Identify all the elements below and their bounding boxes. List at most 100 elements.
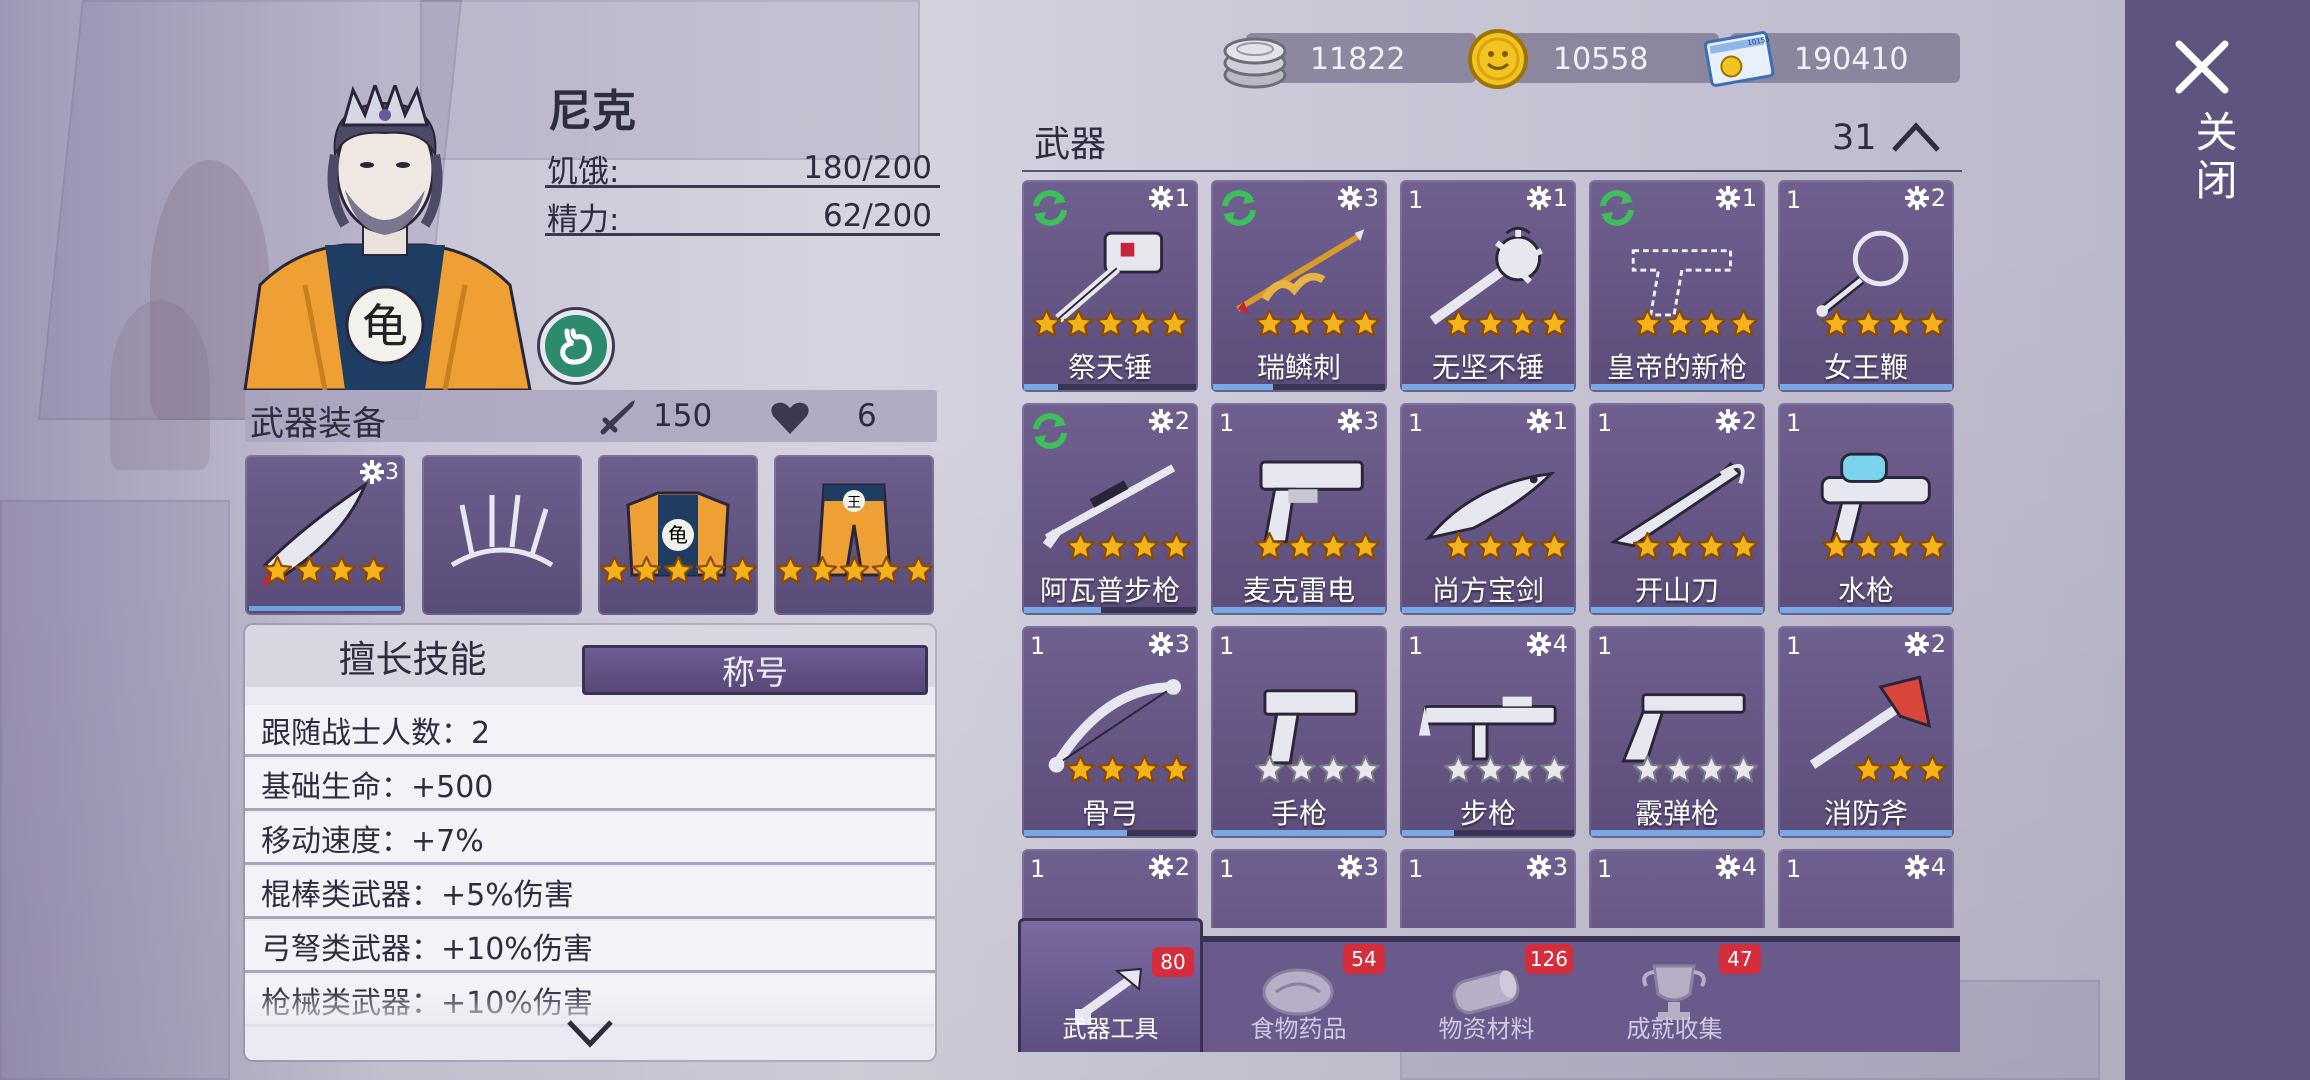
equipment-slot[interactable]: 3 <box>245 455 405 615</box>
gear-icon <box>1337 855 1362 879</box>
weapon-name: 水枪 <box>1837 574 1894 607</box>
slot-gear-level: 3 <box>359 459 399 485</box>
gold-value: 10558 <box>1553 42 1649 77</box>
weapon-card[interactable]: 2 阿瓦普步枪 <box>1022 403 1198 615</box>
weapon-gear-level: 2 <box>1904 184 1946 212</box>
weapon-gear-value: 1 <box>1552 184 1568 212</box>
gold-currency: 10558 <box>1468 29 1719 89</box>
slot-stars <box>598 555 758 590</box>
weapon-name: 皇帝的新枪 <box>1606 351 1747 384</box>
weapon-card[interactable]: 1 4 步枪 <box>1400 626 1576 838</box>
weapon-name: 阿瓦普步枪 <box>1039 574 1180 607</box>
weapon-card[interactable]: 1 1 尚方宝剑 <box>1400 403 1576 615</box>
weapon-card[interactable]: 1 手枪 <box>1211 626 1387 838</box>
chevron-up-icon[interactable] <box>1890 120 1942 156</box>
gear-icon <box>1148 855 1173 879</box>
star-icon <box>1161 754 1191 783</box>
star-icon <box>1917 531 1947 560</box>
weapon-card[interactable]: 1 皇帝的新枪 <box>1589 180 1765 392</box>
weapon-card[interactable]: 1 霰弹枪 <box>1589 626 1765 838</box>
close-panel[interactable]: 关闭 <box>2125 0 2310 1080</box>
weapons-grid: 1 祭天锤 3 瑞鳞刺 1 1 无坚不锤 1 皇帝的新枪 1 2 女王鞭 2 阿瓦普步枪 1 3 麦克雷电 1 1 尚… <box>1022 178 1962 928</box>
weapon-card[interactable]: 1 水枪 <box>1778 403 1954 615</box>
weapon-gear-value: 2 <box>1930 630 1946 658</box>
chevron-down-icon[interactable] <box>565 1016 615 1050</box>
weapon-name: 消防斧 <box>1823 797 1908 830</box>
weapon-stars <box>1211 754 1387 789</box>
weapon-card[interactable]: 13 <box>1400 849 1576 928</box>
weapon-gear-level: 2 <box>1715 407 1757 435</box>
skill-row: 棍棒类武器：+5%伤害 <box>245 867 935 919</box>
weapon-card[interactable]: 14 <box>1589 849 1765 928</box>
weapon-card[interactable]: 3 瑞鳞刺 <box>1211 180 1387 392</box>
equipment-slot[interactable]: 王 <box>774 455 934 615</box>
weapon-card[interactable]: 1 3 骨弓 <box>1022 626 1198 838</box>
weapon-progress <box>1591 607 1763 613</box>
star-icon <box>326 555 356 584</box>
star-icon <box>695 555 725 584</box>
weapon-card[interactable]: 1 祭天锤 <box>1022 180 1198 392</box>
weapon-level: 1 <box>1786 409 1802 437</box>
antler-crown-icon <box>450 494 554 568</box>
star-icon <box>1286 754 1316 783</box>
equipment-title: 武器装备 <box>250 404 386 444</box>
close-label[interactable]: 关闭 <box>2183 110 2244 206</box>
weapon-progress <box>1213 830 1385 836</box>
tab-tools[interactable]: 80 武器工具 <box>1018 918 1203 1052</box>
weapon-card[interactable]: 1 2 开山刀 <box>1589 403 1765 615</box>
stomach-button[interactable] <box>540 310 612 382</box>
tab-title[interactable]: 称号 <box>582 645 928 695</box>
star-icon <box>1129 531 1159 560</box>
weapon-card[interactable]: 1 2 女王鞭 <box>1778 180 1954 392</box>
weapon-gear-level: 3 <box>1148 630 1190 658</box>
star-icon <box>1664 531 1694 560</box>
weapon-card[interactable]: 1 2 消防斧 <box>1778 626 1954 838</box>
tab-meat[interactable]: 54 食物药品 <box>1206 942 1391 1052</box>
weapon-gear-level: 1 <box>1526 184 1568 212</box>
weapon-stars <box>1778 531 1954 566</box>
weapon-gear-level: 4 <box>1526 630 1568 658</box>
star-icon <box>1095 308 1125 337</box>
star-icon <box>1853 531 1883 560</box>
tab-log[interactable]: 126 物资材料 <box>1394 942 1579 1052</box>
weapon-level: 1 <box>1219 855 1235 883</box>
weapon-card[interactable]: 12 <box>1022 849 1198 928</box>
weapon-card[interactable]: 1 1 无坚不锤 <box>1400 180 1576 392</box>
energy-label: 精力: <box>547 202 620 238</box>
weapon-card[interactable]: 13 <box>1211 849 1387 928</box>
weapon-level: 1 <box>1597 409 1613 437</box>
character-portrait: 龟 <box>243 85 532 390</box>
weapon-progress <box>1024 607 1196 613</box>
ticket-currency: 10155 190410 <box>1703 31 1960 87</box>
skill-row: 弓弩类武器：+10%伤害 <box>245 921 935 973</box>
ticket-value: 190410 <box>1794 42 1909 77</box>
star-icon <box>1539 308 1569 337</box>
star-icon <box>1728 308 1758 337</box>
gear-icon <box>1337 409 1362 433</box>
gear-icon <box>1526 186 1551 210</box>
weapon-gear-value: 2 <box>1930 184 1946 212</box>
star-icon <box>1065 531 1095 560</box>
weapon-card[interactable]: 14 <box>1778 849 1954 928</box>
star-icon <box>1318 308 1348 337</box>
weapon-level: 1 <box>1030 632 1046 660</box>
equipment-slot[interactable]: 龟 <box>598 455 758 615</box>
weapon-level: 1 <box>1408 409 1424 437</box>
heart-icon <box>771 402 809 434</box>
equipment-slot[interactable] <box>422 455 582 615</box>
star-icon <box>1696 754 1726 783</box>
star-icon <box>358 555 388 584</box>
weapon-level: 1 <box>1597 632 1613 660</box>
weapon-card[interactable]: 1 3 麦克雷电 <box>1211 403 1387 615</box>
star-icon <box>807 555 837 584</box>
weapon-gear-value: 3 <box>1363 853 1379 881</box>
tab-badge: 126 <box>1524 944 1573 974</box>
gear-icon <box>1526 632 1551 656</box>
weapon-gear-level: 3 <box>1337 184 1379 212</box>
tab-skills[interactable]: 擅长技能 <box>245 625 580 687</box>
weapon-progress <box>1213 607 1385 613</box>
energy-stat: 精力: 62/200 <box>545 188 940 238</box>
tab-trophy[interactable]: 47 成就收集 <box>1582 942 1767 1052</box>
close-icon[interactable] <box>2173 38 2231 96</box>
star-icon <box>1318 754 1348 783</box>
